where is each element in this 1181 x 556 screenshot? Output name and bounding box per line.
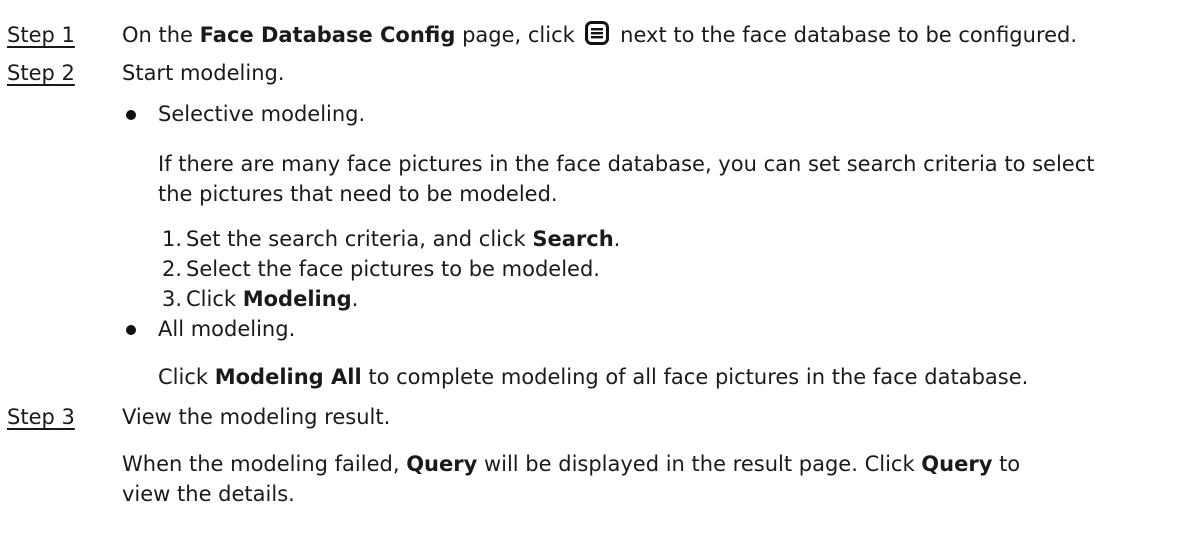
substep-3-num: 3. [162, 287, 183, 311]
all-desc-post: to complete modeling of all face picture… [361, 365, 1029, 389]
step-3-text: View the modeling result. [122, 405, 391, 429]
substep-1-pre: Set the search criteria, and click [186, 227, 533, 251]
query-label-2: Query [921, 452, 993, 476]
result-pre: When the modeling failed, [122, 452, 407, 476]
substep-3-text: Click Modeling. [186, 285, 358, 314]
bullet-all [126, 325, 136, 335]
selective-desc-line-1: If there are many face pictures in the f… [158, 152, 1095, 176]
all-title: All modeling. [158, 317, 296, 341]
modeling-all-label: Modeling All [214, 365, 362, 389]
step-3-label: Step 3 [7, 405, 75, 429]
modeling-label: Modeling [242, 287, 352, 311]
face-database-config-label: Face Database Config [199, 23, 456, 47]
substep-2-num: 2. [162, 257, 183, 281]
step-2-label: Step 2 [7, 61, 75, 85]
substep-2: 2. [162, 255, 182, 284]
substep-2-text: Select the face pictures to be modeled. [186, 257, 600, 281]
result-post: to [992, 452, 1021, 476]
substep-1-post: . [613, 227, 621, 251]
step-1-pre: On the [122, 23, 200, 47]
query-label-1: Query [406, 452, 478, 476]
list-detail-icon [585, 21, 610, 53]
result-line-1: When the modeling failed, Query will be … [122, 450, 1020, 479]
step-1: Step 1 On the Face Database Config page,… [0, 21, 1181, 50]
substep-1: 1. [162, 225, 182, 254]
step-3: Step 3 View the modeling result. [0, 403, 1181, 432]
result-line-2: view the details. [122, 482, 295, 506]
step-1-text: On the Face Database Config page, click … [122, 21, 1077, 53]
search-label: Search [532, 227, 614, 251]
substep-3: 3. [162, 285, 182, 314]
all-desc-pre: Click [158, 365, 215, 389]
selective-desc-line-2: the pictures that need to be modeled. [158, 182, 558, 206]
step-1-label: Step 1 [7, 23, 75, 47]
substep-3-pre: Click [186, 287, 243, 311]
substep-1-num: 1. [162, 227, 183, 251]
step-1-mid: page, click [455, 23, 582, 47]
substep-3-post: . [351, 287, 359, 311]
step-2-text: Start modeling. [122, 61, 285, 85]
all-desc: Click Modeling All to complete modeling … [158, 363, 1028, 392]
result-mid: will be displayed in the result page. Cl… [477, 452, 922, 476]
selective-title: Selective modeling. [158, 102, 366, 126]
substep-1-text: Set the search criteria, and click Searc… [186, 225, 620, 254]
bullet-selective [126, 110, 136, 120]
step-1-post: next to the face database to be configur… [613, 23, 1078, 47]
step-2: Step 2 Start modeling. [0, 59, 1181, 88]
